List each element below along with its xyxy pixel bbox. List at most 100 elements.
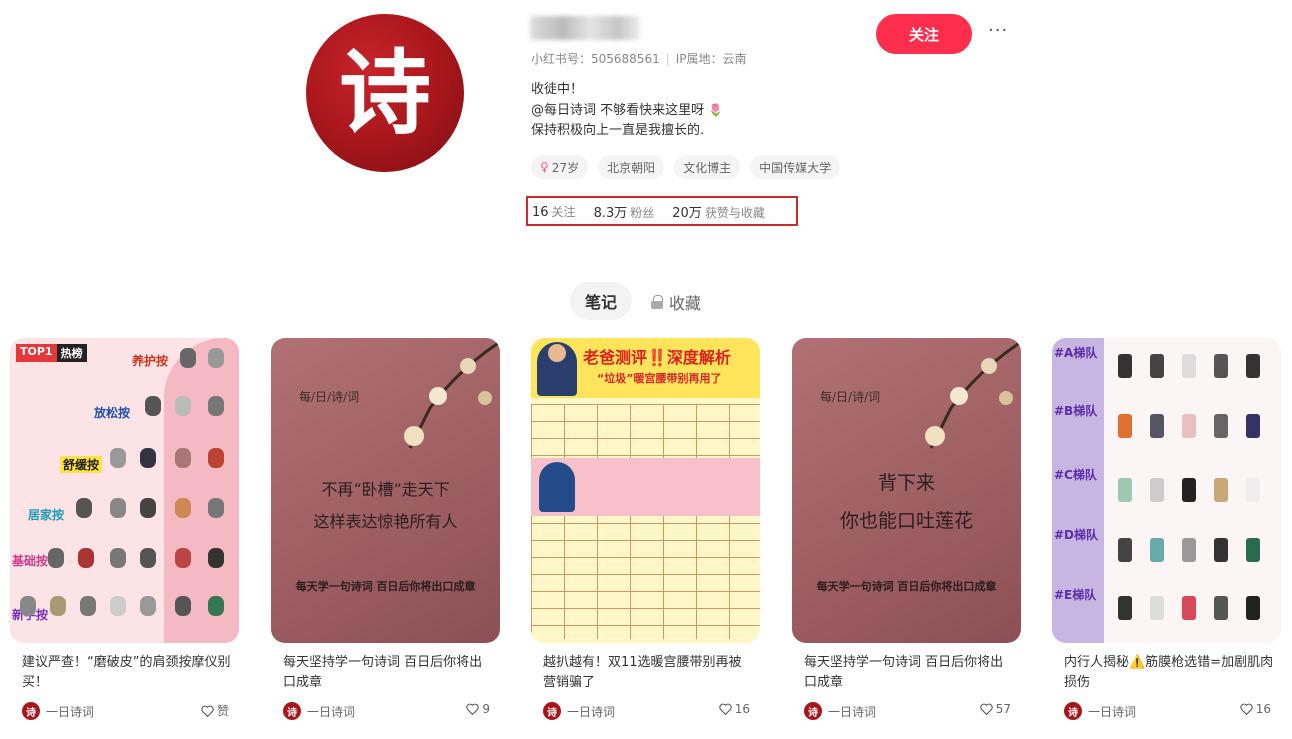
cover-label: 每/日/诗/词 — [820, 390, 881, 404]
author-avatar: 诗 — [22, 702, 40, 720]
cover-label: 放松按 — [94, 406, 131, 420]
tag-category: 文化博主 — [674, 155, 741, 179]
follow-button[interactable]: 关注 — [876, 14, 972, 54]
like-button[interactable]: 16 — [1240, 702, 1271, 716]
author-avatar: 诗 — [543, 702, 561, 720]
like-count: 9 — [482, 702, 490, 716]
profile-meta: 小红书号：505688561IP属地：云南 — [531, 50, 747, 67]
cover-label: 每/日/诗/词 — [299, 390, 360, 404]
cover-label: #D梯队 — [1054, 528, 1099, 542]
top1-badge: TOP1 热榜 — [16, 344, 87, 362]
author-avatar: 诗 — [283, 702, 301, 720]
author-name: 一日诗词 — [307, 704, 356, 719]
note-title[interactable]: 每天坚持学一句诗词 百日后你将出口成章 — [283, 653, 493, 693]
cover-label: #C梯队 — [1054, 468, 1097, 482]
note-card[interactable]: 老爸测评‼️深度解析 “垃圾”暖宫腰带别再用了 越扒越有！双11选暖宫腰带别再被营… — [531, 338, 760, 720]
author-name: 一日诗词 — [567, 704, 616, 719]
note-title[interactable]: 越扒越有！双11选暖宫腰带别再被营销骗了 — [543, 653, 753, 693]
author-name: 一日诗词 — [828, 704, 877, 719]
more-options-icon[interactable]: ··· — [988, 20, 1008, 41]
cover-subtitle: “垃圾”暖宫腰带别再用了 — [597, 372, 722, 385]
profile-bio: 收徒中！ @每日诗词 不够看快来这里呀 🌷 保持积极向上一直是我擅长的. — [531, 80, 723, 141]
profile-stats: 16 关注 8.3万 粉丝 20万 获赞与收藏 — [526, 196, 798, 226]
lock-icon — [651, 295, 663, 309]
note-card[interactable]: 每/日/诗/词 不再“卧槽”走天下 这样表达惊艳所有人 每天学一句诗词 百日后你… — [271, 338, 500, 720]
stat-value: 16 — [532, 204, 549, 220]
author-avatar: 诗 — [804, 702, 822, 720]
tab-collect[interactable]: 收藏 — [651, 290, 701, 314]
like-count: 57 — [995, 702, 1011, 716]
cover-label: 基础按 — [12, 554, 49, 568]
cover-label: #B梯队 — [1054, 404, 1098, 418]
tag-label: 北京朝阳 — [607, 160, 656, 175]
like-count: 赞 — [216, 704, 229, 718]
tag-label: 文化博主 — [683, 160, 732, 175]
heart-icon — [466, 703, 480, 715]
note-cover-image[interactable]: 每/日/诗/词 背下来 你也能口吐莲花 每天学一句诗词 百日后你将出口成章 — [792, 338, 1021, 643]
note-card[interactable]: TOP1热榜 养护按 放松按 舒缓按 居家按 基础按 新手按 建议严查！“磨破皮… — [10, 338, 239, 720]
avatar-char: 诗 — [338, 39, 431, 147]
profile-avatar: 诗 — [306, 14, 464, 172]
like-button[interactable]: 16 — [719, 702, 750, 716]
heart-icon — [1240, 703, 1253, 715]
like-button[interactable]: 赞 — [201, 702, 229, 719]
cover-line: 你也能口吐莲花 — [839, 510, 973, 532]
note-author[interactable]: 诗一日诗词 — [283, 702, 355, 720]
heart-icon — [201, 705, 214, 717]
like-count: 16 — [1255, 702, 1271, 716]
user-id: 小红书号：505688561 — [531, 52, 660, 66]
cover-label: 居家按 — [28, 508, 65, 522]
like-count: 16 — [734, 702, 750, 716]
note-title[interactable]: 建议严查！“磨破皮”的肩颈按摩仪别买！ — [22, 653, 232, 693]
note-title[interactable]: 内行人揭秘⚠️筋膜枪选错=加剧肌肉损伤 — [1064, 653, 1274, 693]
tulip-icon: 🌷 — [708, 103, 724, 117]
stat-following[interactable]: 16 关注 — [532, 203, 576, 220]
cover-label: #A梯队 — [1054, 346, 1098, 360]
stat-likes[interactable]: 20万 获赞与收藏 — [672, 202, 765, 221]
note-card[interactable]: #A梯队 #B梯队 #C梯队 #D梯队 #E梯队 内行人揭秘⚠️筋膜枪选错=加剧… — [1052, 338, 1281, 720]
note-cover-image[interactable]: TOP1热榜 养护按 放松按 舒缓按 居家按 基础按 新手按 — [10, 338, 239, 643]
cover-label: 养护按 — [132, 354, 169, 368]
stat-label: 获赞与收藏 — [704, 205, 765, 220]
tab-collect-label: 收藏 — [669, 294, 702, 313]
note-cover-image[interactable]: #A梯队 #B梯队 #C梯队 #D梯队 #E梯队 — [1052, 338, 1281, 643]
cover-label: #E梯队 — [1054, 588, 1097, 602]
stat-fans[interactable]: 8.3万 粉丝 — [594, 202, 655, 221]
cover-line: 不再“卧槽”走天下 — [321, 480, 450, 499]
note-author[interactable]: 诗一日诗词 — [22, 702, 94, 720]
author-avatar: 诗 — [1064, 702, 1082, 720]
cover-line: 这样表达惊艳所有人 — [313, 512, 458, 531]
note-card[interactable]: 每/日/诗/词 背下来 你也能口吐莲花 每天学一句诗词 百日后你将出口成章 每天… — [792, 338, 1021, 720]
tab-notes[interactable]: 笔记 — [570, 282, 632, 320]
note-cover-image[interactable]: 每/日/诗/词 不再“卧槽”走天下 这样表达惊艳所有人 每天学一句诗词 百日后你… — [271, 338, 500, 643]
cover-footer: 每天学一句诗词 百日后你将出口成章 — [816, 580, 997, 593]
tag-age: ♀ 27岁 — [531, 155, 589, 179]
author-name: 一日诗词 — [46, 704, 95, 719]
cover-line: 背下来 — [877, 472, 935, 494]
profile-tags: ♀ 27岁 北京朝阳 文化博主 中国传媒大学 — [531, 155, 841, 179]
tag-school: 中国传媒大学 — [750, 155, 841, 179]
note-author[interactable]: 诗一日诗词 — [1064, 702, 1136, 720]
bio-line-3: 保持积极向上一直是我擅长的. — [531, 123, 705, 138]
like-button[interactable]: 57 — [980, 702, 1011, 716]
note-author[interactable]: 诗一日诗词 — [804, 702, 876, 720]
like-button[interactable]: 9 — [466, 702, 490, 716]
stat-label: 粉丝 — [630, 205, 655, 220]
note-title[interactable]: 每天坚持学一句诗词 百日后你将出口成章 — [804, 653, 1014, 693]
tag-label: 27岁 — [551, 160, 580, 175]
tag-label: 中国传媒大学 — [759, 160, 832, 175]
note-cover-image[interactable]: 老爸测评‼️深度解析 “垃圾”暖宫腰带别再用了 — [531, 338, 760, 643]
heart-icon — [719, 703, 732, 715]
note-author[interactable]: 诗一日诗词 — [543, 702, 615, 720]
gender-female-icon: ♀ — [540, 160, 549, 174]
cover-footer: 每天学一句诗词 百日后你将出口成章 — [295, 580, 476, 593]
bio-line-2: @每日诗词 不够看快来这里呀 — [531, 103, 705, 118]
bio-line-1: 收徒中！ — [531, 82, 584, 97]
author-name: 一日诗词 — [1088, 704, 1137, 719]
stat-value: 20万 — [672, 205, 702, 221]
heart-icon — [980, 703, 993, 715]
ip-location: IP属地：云南 — [660, 52, 747, 66]
cover-title: 老爸测评‼️深度解析 — [583, 348, 731, 367]
stat-label: 关注 — [551, 204, 576, 219]
stat-value: 8.3万 — [593, 205, 628, 221]
